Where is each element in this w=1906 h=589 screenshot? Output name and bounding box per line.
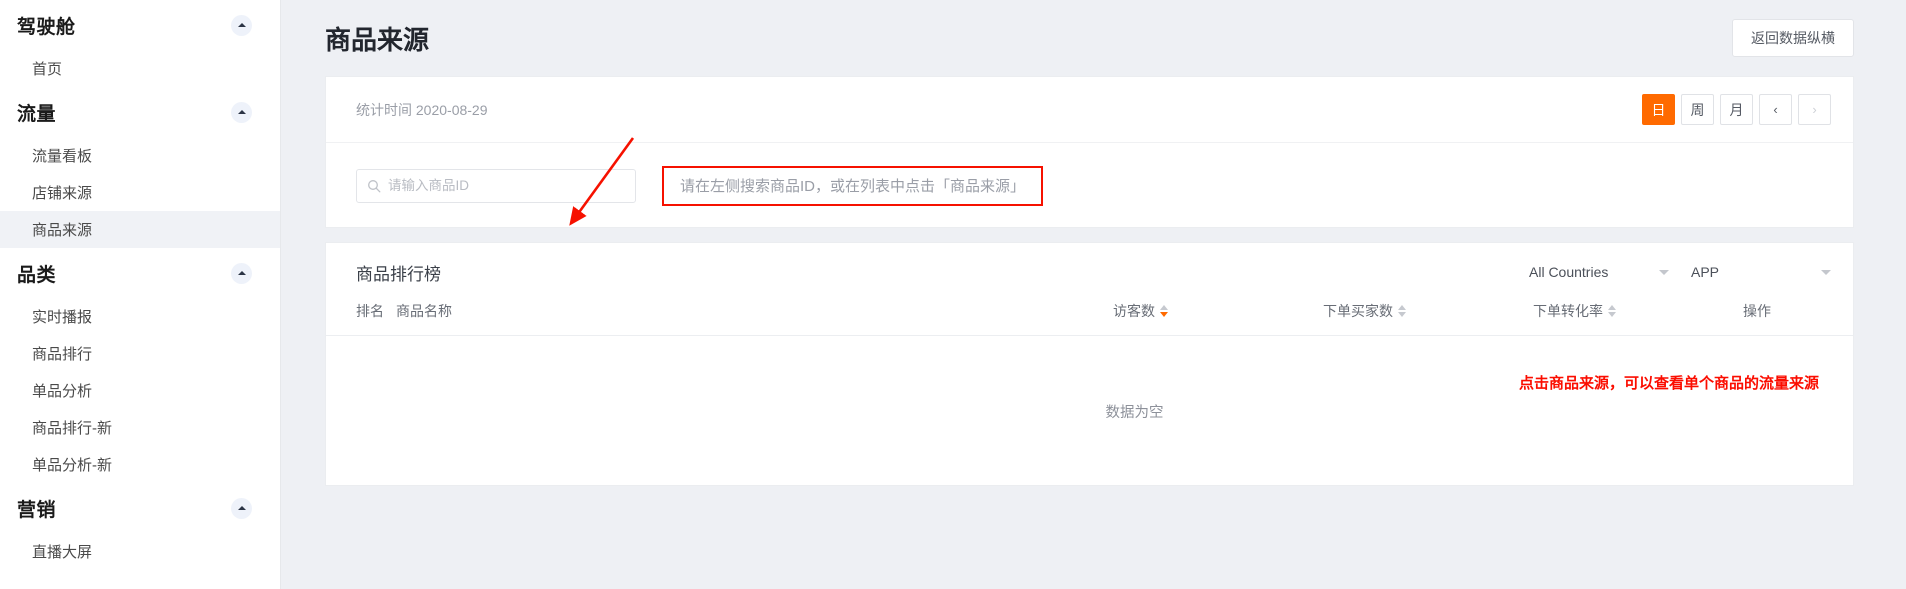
sidebar-group-流量[interactable]: 流量: [0, 87, 280, 137]
table-column-label: 排名: [356, 303, 384, 319]
page-header: 商品来源 返回数据纵横: [303, 0, 1854, 76]
ranking-table: 排名 商品名称 访客数 下单买家数 下单转化率 操作: [326, 301, 1853, 336]
sidebar-group-label: 流量: [17, 103, 57, 125]
chevron-up-icon[interactable]: [231, 262, 252, 284]
stat-time-label: 统计时间 2020-08-29: [356, 101, 488, 118]
range-button-周[interactable]: 周: [1681, 94, 1714, 125]
table-column-商品名称: 商品名称: [396, 301, 1113, 336]
empty-state-text: 数据为空: [1105, 404, 1164, 421]
sidebar-item-首页[interactable]: 首页: [0, 50, 280, 87]
select-platform-value: APP: [1691, 264, 1720, 280]
sort-toggle-icon[interactable]: [1160, 305, 1168, 317]
range-button-‹[interactable]: ‹: [1759, 94, 1792, 125]
chevron-down-icon: [1659, 269, 1669, 275]
ranking-title: 商品排行榜: [356, 264, 441, 284]
table-column-操作: 操作: [1743, 301, 1853, 336]
select-country-value: All Countries: [1529, 264, 1609, 280]
sidebar-item-商品排行-新[interactable]: 商品排行-新: [0, 409, 280, 446]
product-id-search-box[interactable]: [356, 168, 636, 203]
empty-selection-hint-box: 请在左侧搜索商品ID，或在列表中点击「商品来源」: [662, 165, 1044, 206]
sidebar-group-label: 营销: [17, 499, 57, 521]
sidebar-group-营销[interactable]: 营销: [0, 483, 280, 533]
product-ranking-card: 商品排行榜 All Countries APP 排名 商品名称 访客数 下单买家数 下单转…: [325, 242, 1854, 486]
date-range-segmented-control: 日周月 ‹ ›: [1636, 94, 1831, 125]
annotation-red-note: 点击商品来源，可以查看单个商品的流量来源: [1518, 375, 1819, 392]
select-country[interactable]: All Countries: [1529, 264, 1669, 280]
table-column-排名: 排名: [326, 301, 396, 336]
sidebar-group-label: 品类: [17, 264, 57, 286]
chevron-up-icon[interactable]: [231, 497, 252, 519]
sidebar-group-label: 驾驶舱: [17, 16, 76, 38]
sidebar-item-单品分析[interactable]: 单品分析: [0, 372, 280, 409]
range-button-日[interactable]: 日: [1642, 94, 1675, 125]
filter-body: 请在左侧搜索商品ID，或在列表中点击「商品来源」: [326, 143, 1853, 228]
sort-toggle-icon[interactable]: [1608, 305, 1616, 317]
sidebar-item-商品来源[interactable]: 商品来源: [0, 211, 280, 248]
sidebar: 驾驶舱首页流量流量看板 店铺来源 商品来源品类实时播报 商品排行 单品分析 商品排行-新单…: [0, 0, 281, 589]
sidebar-item-实时播报[interactable]: 实时播报: [0, 298, 280, 335]
app-root: 驾驶舱 首页 流量 流量看板 店铺来源 商品来源 品类 实时播报 商品排行 单品分析 商品排行-新单…: [0, 0, 1906, 589]
table-column-label: 操作: [1743, 303, 1771, 319]
search-icon: [367, 179, 381, 193]
search-input[interactable]: [388, 178, 625, 193]
sort-toggle-icon[interactable]: [1398, 305, 1406, 317]
filter-card: 统计时间 2020-08-29 日周月‹› 请在左侧搜索商品ID，或在列表中点击…: [325, 76, 1854, 228]
chevron-up-icon[interactable]: [231, 101, 252, 123]
sidebar-item-单品分析-新[interactable]: 单品分析-新: [0, 446, 280, 483]
ranking-filters: All Countries APP: [1507, 264, 1831, 280]
sidebar-group-品类[interactable]: 品类: [0, 248, 280, 298]
table-column-label: 商品名称: [396, 303, 452, 319]
range-button-月[interactable]: 月: [1720, 94, 1753, 125]
ranking-header: 商品排行榜 All Countries APP: [326, 243, 1853, 301]
table-column-label: 访客数: [1113, 303, 1155, 319]
filter-toolbar: 统计时间 2020-08-29 日周月 ‹ ›: [326, 77, 1853, 143]
table-column-label: 下单买家数: [1323, 303, 1393, 319]
chevron-down-icon: [1821, 269, 1831, 275]
table-column-label: 下单转化率: [1533, 303, 1603, 319]
table-column-下单转化率[interactable]: 下单转化率: [1533, 301, 1743, 336]
select-platform[interactable]: APP: [1691, 264, 1831, 280]
page-title: 商品来源: [325, 24, 430, 55]
range-button-›: ›: [1798, 94, 1831, 125]
empty-selection-hint-text: 请在左侧搜索商品ID，或在列表中点击「商品来源」: [680, 178, 1026, 195]
sidebar-group-驾驶舱[interactable]: 驾驶舱: [0, 0, 280, 50]
back-to-datacenter-button[interactable]: 返回数据纵横: [1732, 19, 1854, 57]
table-header-row: 排名 商品名称 访客数 下单买家数 下单转化率 操作: [326, 301, 1853, 336]
sidebar-item-流量看板[interactable]: 流量看板: [0, 137, 280, 174]
empty-state: 数据为空 点击商品来源，可以查看单个商品的流量来源: [326, 336, 1853, 486]
sidebar-item-直播大屏[interactable]: 直播大屏: [0, 533, 280, 570]
chevron-up-icon[interactable]: [231, 14, 252, 36]
main-content: 商品来源 返回数据纵横 统计时间 2020-08-29 日周月 ‹ › 请输入商…: [281, 0, 1906, 589]
table-column-访客数[interactable]: 访客数: [1113, 301, 1323, 336]
table-column-下单买家数[interactable]: 下单买家数: [1323, 301, 1533, 336]
sidebar-item-商品排行[interactable]: 商品排行: [0, 335, 280, 372]
sidebar-item-店铺来源[interactable]: 店铺来源: [0, 174, 280, 211]
